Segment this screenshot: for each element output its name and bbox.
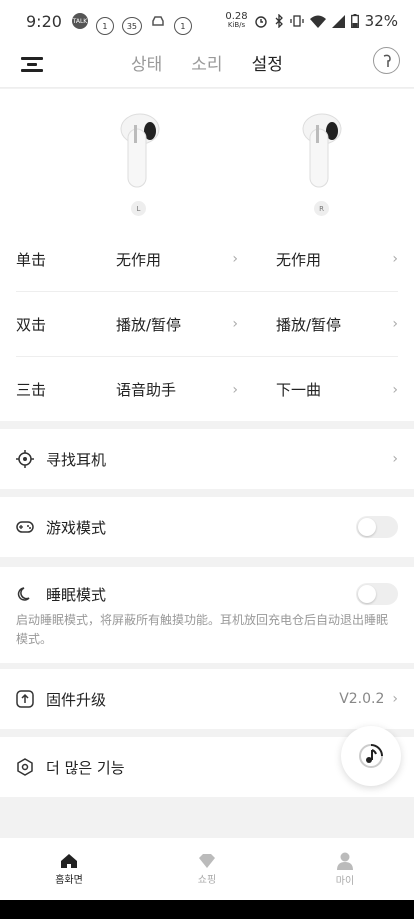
firmware-update-label: 固件升级 <box>46 690 107 709</box>
find-earbuds-row[interactable]: 寻找耳机 › <box>0 429 414 489</box>
person-icon <box>337 852 353 870</box>
sleep-mode-card: 睡眠模式 启动睡眠模式，将屏蔽所有触摸功能。耳机放回充电仓后自动退出睡眠模式。 <box>0 567 414 663</box>
left-gesture-select[interactable]: 语音助手 › <box>116 379 276 400</box>
nav-home[interactable]: 홈화면 <box>0 838 138 900</box>
music-float-button[interactable] <box>341 726 401 786</box>
hexagon-icon <box>16 758 34 776</box>
chevron-right-icon: › <box>232 316 238 332</box>
status-bar: 9:20 TALK 1 35 1 0.28 KiB/s 32% <box>0 0 414 42</box>
chevron-right-icon: › <box>392 451 398 467</box>
left-earbud-tag: L <box>131 201 146 216</box>
gesture-label: 三击 <box>16 381 47 399</box>
battery-percent: 32% <box>364 12 398 30</box>
bluetooth-icon <box>275 14 283 28</box>
earbud-device-button[interactable] <box>373 47 400 74</box>
upgrade-icon <box>16 690 34 708</box>
gesture-row-triple: 三击 语音助手 › 下一曲 › <box>16 357 398 422</box>
gesture-row-double: 双击 播放/暂停 › 播放/暂停 › <box>16 292 398 357</box>
chevron-right-icon: › <box>232 251 238 267</box>
diamond-icon <box>199 853 215 868</box>
status-time: 9:20 <box>26 11 62 31</box>
left-earbud-image <box>120 113 160 188</box>
talk-notification-icon: TALK <box>71 13 88 29</box>
left-gesture-select[interactable]: 播放/暂停 › <box>116 314 276 335</box>
gesture-row-single: 单击 无作用 › 无作用 › <box>16 227 398 292</box>
right-gesture-select[interactable]: 下一曲 › <box>276 379 398 400</box>
game-mode-label: 游戏模式 <box>46 518 107 537</box>
wifi-icon <box>309 15 326 28</box>
top-tabs: 상태 소리 설정 <box>131 50 283 75</box>
bottom-navigation: 홈화면 쇼핑 마이 <box>0 838 414 900</box>
more-features-label: 더 많은 기능 <box>46 758 125 777</box>
chevron-right-icon: › <box>392 381 398 398</box>
nav-my[interactable]: 마이 <box>276 838 414 900</box>
notification-badge-1: 1 <box>95 17 114 35</box>
sleep-mode-toggle[interactable] <box>356 583 398 605</box>
app-header: 상태 소리 설정 <box>0 42 414 88</box>
chevron-right-icon: › <box>392 691 398 707</box>
notification-icons: TALK 1 35 1 <box>71 7 192 35</box>
music-note-icon <box>359 744 383 768</box>
sleep-mode-label: 睡眠模式 <box>46 585 107 604</box>
gesture-label: 双击 <box>16 315 47 334</box>
chevron-right-icon: › <box>392 316 398 332</box>
notification-badge-3: 1 <box>173 17 192 35</box>
left-gesture-select[interactable]: 无作用 › <box>116 249 276 270</box>
gamepad-icon <box>16 518 34 536</box>
right-gesture-select[interactable]: 播放/暂停 › <box>276 314 398 335</box>
menu-icon[interactable] <box>21 55 43 73</box>
tab-sound[interactable]: 소리 <box>191 50 222 75</box>
chevron-right-icon: › <box>232 381 238 398</box>
tab-status[interactable]: 상태 <box>131 50 162 75</box>
alarm-icon <box>254 16 267 28</box>
find-earbuds-label: 寻找耳机 <box>46 450 107 469</box>
game-mode-row: 游戏模式 <box>0 497 414 557</box>
firmware-version: V2.0.2 <box>339 691 385 707</box>
network-speed: 0.28 KiB/s <box>225 11 248 30</box>
gesture-label: 单击 <box>16 250 47 269</box>
home-icon <box>61 853 77 868</box>
right-earbud-image <box>302 113 342 188</box>
notification-badge-2: 35 <box>121 17 142 35</box>
sleep-mode-description: 启动睡眠模式，将屏蔽所有触摸功能。耳机放回充电仓后自动退出睡眠模式。 <box>16 613 389 646</box>
game-mode-toggle[interactable] <box>356 516 398 538</box>
right-earbud-tag: R <box>314 201 329 216</box>
target-icon <box>16 450 34 468</box>
firmware-update-row[interactable]: 固件升级 V2.0.2 › <box>0 669 414 729</box>
tab-settings[interactable]: 설정 <box>252 50 283 75</box>
battery-icon <box>350 14 359 28</box>
nav-shopping[interactable]: 쇼핑 <box>138 838 276 900</box>
car-icon <box>152 16 164 26</box>
right-gesture-select[interactable]: 无作用 › <box>276 249 398 270</box>
signal-icon <box>331 14 345 28</box>
vibrate-icon <box>290 15 304 27</box>
moon-icon <box>16 585 34 603</box>
earbud-icon <box>383 54 391 67</box>
earbuds-settings-card: L R 单击 无作用› 无作用› 双击 播放/暂停› 播放/暂停› 三击 <box>0 89 414 421</box>
system-nav-bar <box>0 900 414 919</box>
chevron-right-icon: › <box>392 251 398 267</box>
